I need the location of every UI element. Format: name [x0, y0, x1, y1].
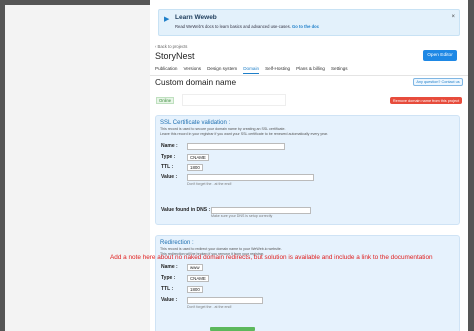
settings-tabs: Publication Versions Design system Domai…	[155, 66, 348, 74]
redirection-card: Redirection : This record is used to red…	[155, 235, 460, 331]
ssl-name-field[interactable]	[187, 143, 285, 150]
contact-us-button[interactable]: Any question? Contact us	[413, 78, 463, 86]
tab-settings[interactable]: Settings	[331, 66, 348, 74]
tab-versions[interactable]: Versions	[183, 66, 201, 74]
dns-value-hint: Make sure your DNS is setup correctly	[211, 214, 273, 218]
tabs-divider	[150, 75, 468, 76]
annotation-note: Add a note here about no naked domain re…	[110, 254, 433, 261]
ssl-value-field[interactable]	[187, 174, 314, 181]
ssl-ttl-label: TTL :	[161, 164, 174, 170]
tab-plans-billing[interactable]: Plans & billing	[296, 66, 325, 74]
ssl-type-field[interactable]: CNAME	[187, 154, 209, 161]
save-bar[interactable]	[210, 327, 255, 331]
tab-self-hosting[interactable]: Self-Hosting	[265, 66, 290, 74]
banner-description: Read WeWeb's docs to learn basics and ad…	[175, 24, 291, 29]
redirection-type-label: Type :	[161, 275, 176, 281]
ssl-value-label: Value :	[161, 174, 178, 180]
play-icon: ▶	[164, 16, 170, 23]
domain-name-display	[182, 94, 286, 106]
redirection-title: Redirection :	[160, 240, 194, 246]
close-icon[interactable]: ×	[451, 14, 455, 20]
tab-design-system[interactable]: Design system	[207, 66, 237, 74]
remove-domain-button[interactable]: Remove domain name from this project	[390, 97, 462, 104]
learn-banner: ▶ Learn Weweb Read WeWeb's docs to learn…	[158, 9, 460, 36]
back-to-projects-link[interactable]: ‹ Back to projects	[155, 44, 187, 49]
project-title: StoryNest	[155, 51, 195, 61]
dns-value-label: Value found in DNS :	[161, 207, 211, 213]
ssl-validation-card: SSL Certificate validation : This record…	[155, 115, 460, 225]
redirection-name-field[interactable]: www	[187, 264, 203, 271]
redirection-name-label: Name :	[161, 264, 178, 270]
redirection-type-field[interactable]: CNAME	[187, 275, 209, 282]
redirection-ttl-label: TTL :	[161, 286, 174, 292]
redirection-value-label: Value :	[161, 297, 178, 303]
ssl-type-label: Type :	[161, 154, 176, 160]
redirection-ttl-field[interactable]: 1800	[187, 286, 203, 293]
project-settings-page: ▶ Learn Weweb Read WeWeb's docs to learn…	[150, 0, 468, 331]
tab-domain[interactable]: Domain	[243, 66, 260, 74]
ssl-title: SSL Certificate validation :	[160, 120, 231, 126]
ssl-ttl-field[interactable]: 1800	[187, 164, 203, 171]
ssl-value-hint: Don't forget the . at the end!	[187, 182, 232, 186]
ssl-description-2: Leave this record in your registrar if y…	[160, 132, 329, 136]
banner-title: Learn Weweb	[175, 14, 217, 21]
redirection-value-hint: Don't forget the . at the end!	[187, 305, 232, 309]
redirection-value-field[interactable]	[187, 297, 263, 304]
tab-publication[interactable]: Publication	[155, 66, 177, 74]
ssl-name-label: Name :	[161, 143, 178, 149]
banner-doc-link[interactable]: Go to the doc	[292, 24, 319, 29]
open-editor-button[interactable]: Open Editor	[423, 50, 457, 61]
banner-text: Read WeWeb's docs to learn basics and ad…	[175, 24, 319, 29]
status-badge: Online	[156, 97, 175, 104]
page-title: Custom domain name	[155, 77, 237, 87]
dns-value-field[interactable]	[211, 207, 311, 214]
